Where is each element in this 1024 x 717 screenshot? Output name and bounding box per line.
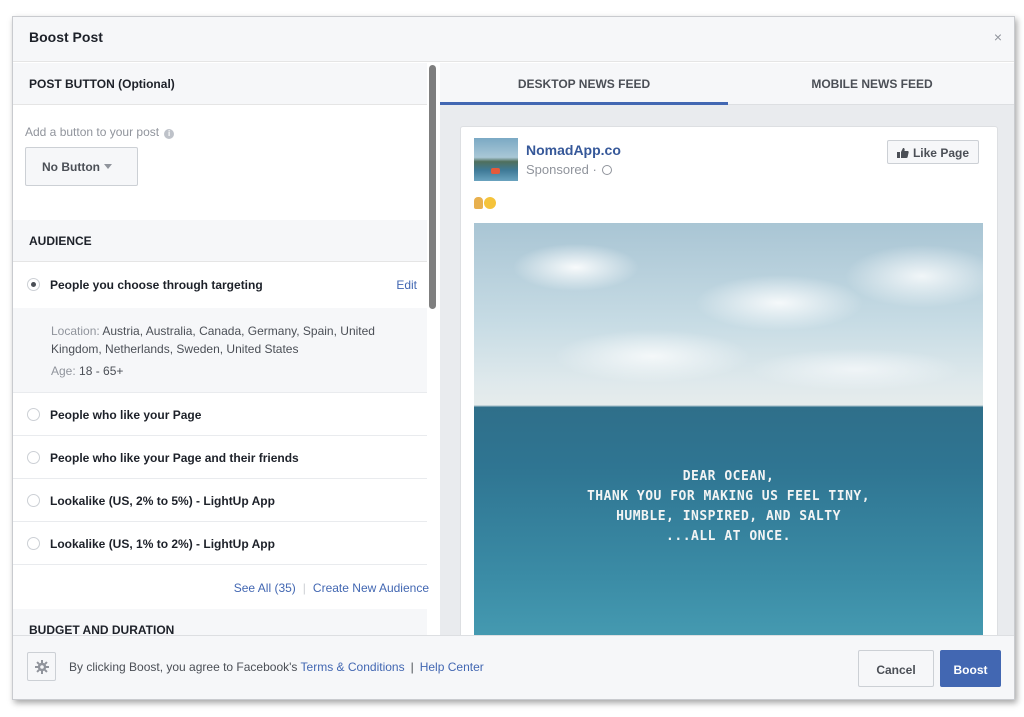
link-separator: | bbox=[302, 581, 306, 595]
post-button-hint-text: Add a button to your post bbox=[25, 125, 160, 139]
post-button-dropdown[interactable]: No Button bbox=[25, 147, 138, 186]
radio-icon[interactable] bbox=[27, 278, 40, 291]
terms-notice: By clicking Boost, you agree to Facebook… bbox=[69, 660, 484, 674]
post-preview-card: NomadApp.co Sponsored · Like Page DEAR O… bbox=[460, 126, 998, 635]
info-icon[interactable]: i bbox=[164, 129, 175, 139]
preview-pane: DESKTOP NEWS FEED MOBILE NEWS FEED Nomad… bbox=[440, 63, 1014, 635]
footer-separator: | bbox=[410, 660, 414, 674]
quote-line: THANK YOU FOR MAKING US FEEL TINY, bbox=[586, 489, 871, 504]
post-button-dropdown-value: No Button bbox=[42, 160, 100, 174]
post-button-section-title: POST BUTTON (Optional) bbox=[29, 77, 175, 91]
audience-option-page-likes-friends[interactable]: People who like your Page and their frie… bbox=[13, 436, 427, 479]
dropdown-caret-icon bbox=[103, 164, 112, 169]
audience-section-header: AUDIENCE bbox=[13, 220, 427, 262]
audience-option-page-likes[interactable]: People who like your Page bbox=[13, 393, 427, 436]
radio-icon[interactable] bbox=[27, 408, 40, 421]
tab-desktop-news-feed[interactable]: DESKTOP NEWS FEED bbox=[440, 63, 728, 105]
terms-prefix: By clicking Boost, you agree to Facebook… bbox=[69, 660, 298, 674]
post-image[interactable]: DEAR OCEAN, THANK YOU FOR MAKING US FEEL… bbox=[474, 223, 983, 635]
tab-mobile-news-feed[interactable]: MOBILE NEWS FEED bbox=[728, 63, 1014, 105]
avatar[interactable] bbox=[474, 138, 518, 181]
terms-link[interactable]: Terms & Conditions bbox=[301, 660, 405, 674]
sponsored-label: Sponsored · bbox=[526, 162, 613, 177]
radio-icon[interactable] bbox=[27, 451, 40, 464]
post-button-section-header: POST BUTTON (Optional) bbox=[13, 63, 427, 105]
audience-option-label: Lookalike (US, 2% to 5%) - LightUp App bbox=[50, 494, 275, 508]
see-all-audiences-link[interactable]: See All (35) bbox=[234, 581, 296, 595]
like-page-label: Like Page bbox=[912, 146, 969, 160]
image-quote: DEAR OCEAN, THANK YOU FOR MAKING US FEEL… bbox=[474, 467, 983, 547]
audience-section-title: AUDIENCE bbox=[29, 234, 92, 248]
preview-tabs: DESKTOP NEWS FEED MOBILE NEWS FEED bbox=[440, 63, 1014, 105]
edit-targeting-link[interactable]: Edit bbox=[396, 278, 417, 292]
radio-icon[interactable] bbox=[27, 494, 40, 507]
audience-option-label: People who like your Page and their frie… bbox=[50, 451, 299, 465]
radio-icon[interactable] bbox=[27, 537, 40, 550]
audience-option-targeting[interactable]: People you choose through targeting Edit bbox=[13, 263, 427, 306]
audience-option-lookalike-1-2[interactable]: Lookalike (US, 1% to 2%) - LightUp App bbox=[13, 522, 427, 565]
close-icon[interactable]: × bbox=[994, 29, 1002, 45]
age-value: 18 - 65+ bbox=[79, 364, 124, 378]
cancel-button[interactable]: Cancel bbox=[858, 650, 934, 687]
dialog-footer: By clicking Boost, you agree to Facebook… bbox=[13, 635, 1014, 699]
post-button-hint: Add a button to your post i bbox=[25, 125, 175, 139]
globe-icon bbox=[602, 165, 613, 175]
targeting-details: Location: Austria, Australia, Canada, Ge… bbox=[13, 308, 427, 393]
gear-icon bbox=[35, 660, 49, 674]
targeting-age: Age: 18 - 65+ bbox=[51, 364, 123, 378]
create-new-audience-link[interactable]: Create New Audience bbox=[313, 581, 429, 595]
boost-post-dialog: Boost Post × POST BUTTON (Optional) Add … bbox=[12, 16, 1015, 700]
thumbs-up-icon bbox=[896, 148, 909, 158]
settings-pane: POST BUTTON (Optional) Add a button to y… bbox=[13, 63, 439, 635]
scrollbar-thumb[interactable] bbox=[429, 65, 436, 309]
location-key: Location: bbox=[51, 324, 100, 338]
age-key: Age: bbox=[51, 364, 76, 378]
page-name-link[interactable]: NomadApp.co bbox=[526, 142, 621, 158]
emoji-icon bbox=[474, 197, 496, 212]
audience-option-label: People who like your Page bbox=[50, 408, 202, 422]
location-value: Austria, Australia, Canada, Germany, Spa… bbox=[51, 324, 375, 356]
budget-section-header: BUDGET AND DURATION bbox=[13, 609, 427, 635]
audience-option-lookalike-2-5[interactable]: Lookalike (US, 2% to 5%) - LightUp App bbox=[13, 479, 427, 522]
dialog-title-bar: Boost Post × bbox=[13, 17, 1014, 62]
quote-line: DEAR OCEAN, bbox=[682, 469, 775, 484]
sponsored-text: Sponsored · bbox=[526, 162, 597, 177]
targeting-location: Location: Austria, Australia, Canada, Ge… bbox=[51, 322, 411, 358]
help-center-link[interactable]: Help Center bbox=[420, 660, 484, 674]
budget-section-title: BUDGET AND DURATION bbox=[29, 623, 175, 635]
quote-line: HUMBLE, INSPIRED, AND SALTY bbox=[616, 509, 841, 524]
quote-line: ...ALL AT ONCE. bbox=[666, 529, 791, 544]
like-page-button[interactable]: Like Page bbox=[886, 140, 979, 164]
audience-option-label: Lookalike (US, 1% to 2%) - LightUp App bbox=[50, 537, 275, 551]
boost-button[interactable]: Boost bbox=[940, 650, 1001, 687]
dialog-title: Boost Post bbox=[29, 29, 103, 45]
settings-button[interactable] bbox=[27, 652, 56, 681]
audience-links: See All (35) | Create New Audience bbox=[234, 581, 429, 595]
audience-option-label: People you choose through targeting bbox=[50, 278, 263, 292]
